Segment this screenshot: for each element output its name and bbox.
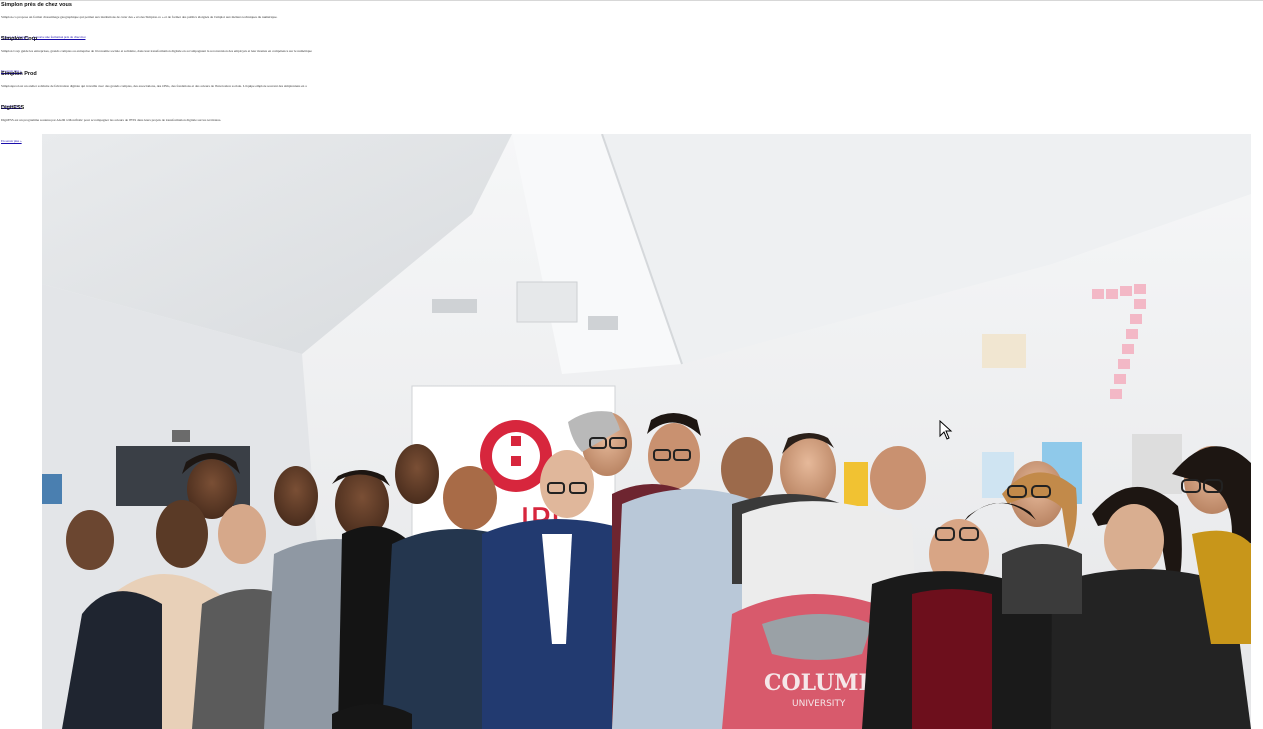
section-title: Simplon Prod xyxy=(1,71,37,77)
top-divider xyxy=(0,0,1263,1)
find-training-link[interactable]: Je trouve une formation près de chez moi xyxy=(33,35,86,39)
svg-text:UNIVERSITY: UNIVERSITY xyxy=(792,699,846,709)
read-more-link[interactable]: En savoir plus » xyxy=(1,139,22,143)
team-photo: IPL xyxy=(42,134,1251,729)
section-simplon-local: Simplon près de chez vous Simplon.co pro… xyxy=(1,2,277,39)
section-simplon-prod: Simplon Prod Simplonprod est un atelier … xyxy=(1,71,307,108)
section-simplon-corp: Simplon Corp Simplon Corp guide les entr… xyxy=(1,36,312,73)
mouse-cursor-icon xyxy=(939,420,953,440)
section-text: Simplonprod est un atelier solidaire de … xyxy=(1,84,307,88)
section-text: Simplon Corp guide les entreprises, gran… xyxy=(1,49,312,53)
section-title: Simplon près de chez vous xyxy=(1,2,72,8)
section-title: Simplon Corp xyxy=(1,36,38,42)
section-text: Simplon.co propose un format d'essaimage… xyxy=(1,15,278,19)
section-title: DigitESS xyxy=(1,105,25,111)
section-text: DigitESS est un programme soutenu par AG… xyxy=(1,118,222,122)
section-digitess: DigitESS DigitESS est un programme soute… xyxy=(1,105,221,143)
